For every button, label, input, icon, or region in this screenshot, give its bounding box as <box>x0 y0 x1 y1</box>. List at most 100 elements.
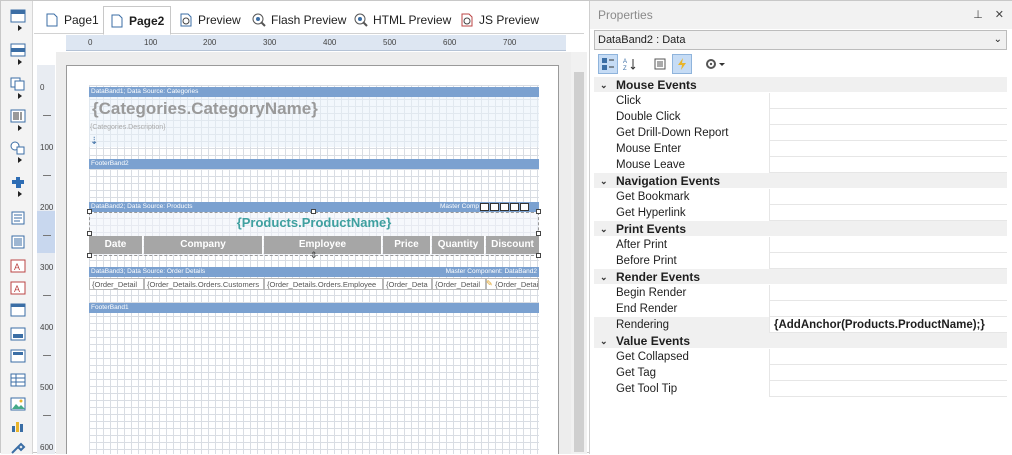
order-discount-cell[interactable]: {Order_Detail <box>486 278 539 290</box>
property-row[interactable]: Get Hyperlink <box>594 205 1007 221</box>
puzzle-icon[interactable] <box>10 175 26 189</box>
table-icon[interactable] <box>10 373 26 387</box>
rendering-event-value[interactable]: {AddAnchor(Products.ProductName);} <box>774 317 985 333</box>
chevron-down-icon: ⌄ <box>600 80 608 90</box>
databand3-header[interactable]: DataBand3; Data Source: Order Details Ma… <box>89 267 539 277</box>
settings-button[interactable] <box>702 54 728 74</box>
properties-view-button[interactable] <box>650 54 670 74</box>
property-row[interactable]: Get Tag <box>594 365 1007 381</box>
header-price[interactable]: Price <box>383 236 431 254</box>
panel-icon[interactable] <box>10 303 26 317</box>
tab-html-preview[interactable]: HTML Preview <box>354 8 451 32</box>
expand-arrow-icon[interactable] <box>18 59 22 65</box>
selection-handle[interactable] <box>536 231 541 236</box>
quick-button-icon[interactable] <box>480 203 489 211</box>
header-date[interactable]: Date <box>89 236 143 254</box>
expand-arrow-icon[interactable] <box>18 25 22 31</box>
image-icon[interactable] <box>10 397 26 411</box>
order-employee-cell[interactable]: {Order_Details.Orders.Employee <box>264 278 383 290</box>
vertical-scrollbar[interactable] <box>571 52 587 454</box>
property-row-rendering[interactable]: Rendering {AddAnchor(Products.ProductName… <box>594 317 1007 333</box>
pin-icon[interactable]: ⊥ <box>973 1 983 29</box>
selection-handle[interactable] <box>87 253 92 258</box>
band-page-header-icon[interactable] <box>10 9 26 23</box>
horizontal-ruler: 0 100 200 300 400 500 600 700 <box>66 35 566 51</box>
property-row[interactable]: After Print <box>594 237 1007 253</box>
expand-arrow-icon[interactable] <box>18 191 22 197</box>
text-component-icon[interactable] <box>10 211 26 225</box>
selection-handle[interactable] <box>536 253 541 258</box>
quick-button-icon[interactable] <box>490 203 499 211</box>
tab-page2[interactable]: Page2 <box>103 6 172 35</box>
property-row[interactable]: Mouse Enter <box>594 141 1007 157</box>
product-name-field[interactable]: {Products.ProductName} <box>89 215 539 230</box>
property-row[interactable]: Mouse Leave <box>594 157 1007 173</box>
tab-page1[interactable]: Page1 <box>45 8 99 32</box>
quick-button-icon[interactable] <box>510 203 519 211</box>
expand-arrow-icon[interactable] <box>18 157 22 163</box>
cross-band-icon[interactable] <box>10 77 26 91</box>
band-title: DataBand3; Data Source: Order Details <box>91 268 206 275</box>
order-customers-cell[interactable]: {Order_Details.Orders.Customers <box>144 278 264 290</box>
databand1-header[interactable]: DataBand1; Data Source: Categories <box>89 87 539 97</box>
property-row[interactable]: Begin Render <box>594 285 1007 301</box>
order-detail-cell[interactable]: {Order_Detail <box>89 278 144 290</box>
categorized-button[interactable] <box>598 54 618 74</box>
property-row[interactable]: Click <box>594 93 1007 109</box>
band-header-icon[interactable] <box>10 43 26 57</box>
header-employee[interactable]: Employee <box>264 236 382 254</box>
tab-js-preview[interactable]: JS Preview <box>460 8 539 32</box>
property-row[interactable]: End Render <box>594 301 1007 317</box>
scrollbar-thumb[interactable] <box>574 72 584 452</box>
category-print-events[interactable]: ⌄ Print Events <box>594 221 1007 237</box>
quick-button-icon[interactable] <box>500 203 509 211</box>
property-row[interactable]: Get Collapsed <box>594 349 1007 365</box>
property-name: Mouse Leave <box>594 157 770 173</box>
rich-text-icon[interactable] <box>10 235 26 249</box>
category-mouse-events[interactable]: ⌄ Mouse Events <box>594 77 1007 93</box>
order-price-cell[interactable]: {Order_Deta <box>383 278 432 290</box>
header-quantity[interactable]: Quantity <box>432 236 485 254</box>
selection-handle[interactable] <box>87 209 92 214</box>
property-name: Get Collapsed <box>594 349 770 365</box>
selection-handle[interactable] <box>311 209 316 214</box>
order-quantity-cell[interactable]: {Order_Detail <box>432 278 486 290</box>
property-row[interactable]: Get Drill-Down Report <box>594 125 1007 141</box>
property-row[interactable]: Before Print <box>594 253 1007 269</box>
category-value-events[interactable]: ⌄ Value Events <box>594 333 1007 349</box>
footerband2-header[interactable]: FooterBand2 <box>89 159 539 169</box>
property-name: After Print <box>594 237 770 253</box>
category-name-field[interactable]: {Categories.CategoryName} <box>92 99 318 119</box>
alphabetical-button[interactable]: AZ <box>620 54 640 74</box>
resize-grip-icon[interactable]: ⇕ <box>310 250 318 261</box>
shapes-icon[interactable] <box>10 141 26 155</box>
property-row[interactable]: Get Bookmark <box>594 189 1007 205</box>
close-icon[interactable]: ✕ <box>995 1 1004 29</box>
header-discount[interactable]: Discount <box>486 236 539 254</box>
category-description-field[interactable]: {Categories.Description} <box>90 124 166 131</box>
svg-text:Z: Z <box>623 66 627 71</box>
property-row[interactable]: Double Click <box>594 109 1007 125</box>
selection-handle[interactable] <box>536 209 541 214</box>
tab-flash-preview[interactable]: Flash Preview <box>252 8 346 32</box>
lightning-icon <box>678 58 686 70</box>
tab-preview[interactable]: Preview <box>179 8 241 32</box>
selection-handle[interactable] <box>87 231 92 236</box>
category-render-events[interactable]: ⌄ Render Events <box>594 269 1007 285</box>
chart-icon[interactable] <box>10 419 26 433</box>
clone-icon[interactable] <box>10 327 26 341</box>
expand-arrow-icon[interactable] <box>18 93 22 99</box>
system-text-icon[interactable]: A <box>10 281 26 295</box>
subreport-icon[interactable] <box>10 349 26 363</box>
footerband1-header[interactable]: FooterBand1 <box>89 303 539 313</box>
text-in-cells-icon[interactable]: A <box>10 259 26 273</box>
category-navigation-events[interactable]: ⌄ Navigation Events <box>594 173 1007 189</box>
events-view-button[interactable] <box>672 54 692 74</box>
property-name: End Render <box>594 301 770 317</box>
expand-arrow-icon[interactable] <box>18 125 22 131</box>
barcode-icon[interactable] <box>10 109 26 123</box>
property-row[interactable]: Get Tool Tip <box>594 381 1007 397</box>
object-selector[interactable]: DataBand2 : Data ⌄ <box>594 30 1007 50</box>
quick-button-icon[interactable] <box>520 203 529 211</box>
header-company[interactable]: Company <box>144 236 263 254</box>
